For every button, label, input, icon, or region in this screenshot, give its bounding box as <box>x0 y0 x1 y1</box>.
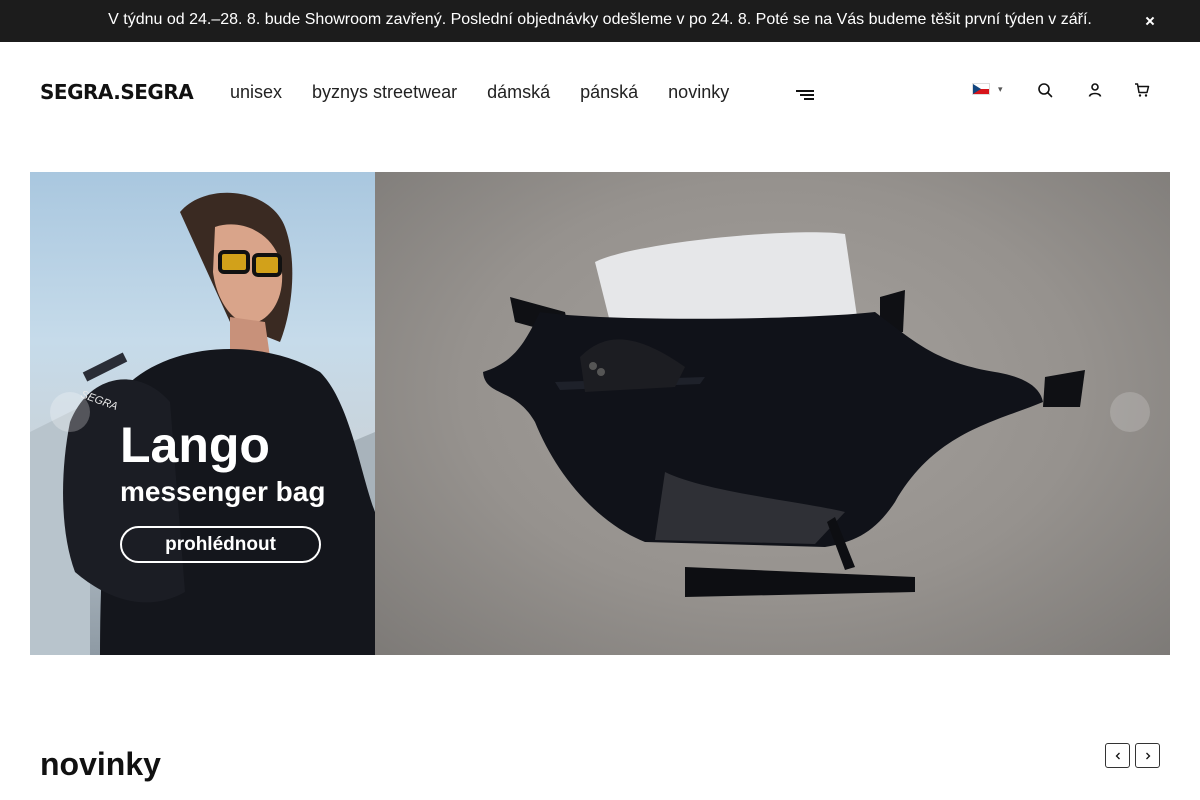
user-icon[interactable] <box>1087 82 1103 98</box>
site-header: SEGRA.SEGRA unisex byznys streetwear dám… <box>0 42 1200 142</box>
search-icon[interactable] <box>1037 82 1053 98</box>
announcement-bar: V týdnu od 24.–28. 8. bude Showroom zavř… <box>0 0 1200 42</box>
cart-icon[interactable] <box>1134 82 1150 98</box>
slider-next-button[interactable] <box>1110 392 1150 432</box>
language-selector[interactable]: ▾ <box>972 83 1003 95</box>
close-icon[interactable] <box>1142 13 1158 29</box>
chevron-down-icon: ▾ <box>998 83 1003 94</box>
hero-title: Lango <box>120 417 270 473</box>
carousel-next-button[interactable] <box>1135 743 1160 768</box>
hero-banner: SEGRA Lango messenger bag prohlédnout <box>30 172 1170 655</box>
hero-image-bag <box>375 172 1170 655</box>
hero-text: Lango messenger bag <box>120 420 325 508</box>
carousel-prev-button[interactable] <box>1105 743 1130 768</box>
czech-flag-icon <box>972 83 990 95</box>
nav-item-byznys-streetwear[interactable]: byznys streetwear <box>312 82 457 103</box>
section-title: novinky <box>40 746 161 782</box>
nav-item-panska[interactable]: pánská <box>580 82 638 103</box>
chevron-left-icon <box>1115 752 1120 759</box>
hero-subtitle: messenger bag <box>120 476 326 507</box>
nav-item-unisex[interactable]: unisex <box>230 82 282 103</box>
logo[interactable]: SEGRA.SEGRA <box>40 80 194 104</box>
hero-cta-button[interactable]: prohlédnout <box>120 526 321 563</box>
bag-illustration <box>483 232 1085 597</box>
menu-icon[interactable] <box>796 90 814 100</box>
chevron-right-icon <box>1145 752 1150 759</box>
nav-item-damska[interactable]: dámská <box>487 82 550 103</box>
slider-prev-button[interactable] <box>50 392 90 432</box>
nav-item-novinky[interactable]: novinky <box>668 82 729 103</box>
main-nav: unisex byznys streetwear dámská pánská n… <box>230 82 759 103</box>
announcement-text: V týdnu od 24.–28. 8. bude Showroom zavř… <box>108 11 1092 28</box>
